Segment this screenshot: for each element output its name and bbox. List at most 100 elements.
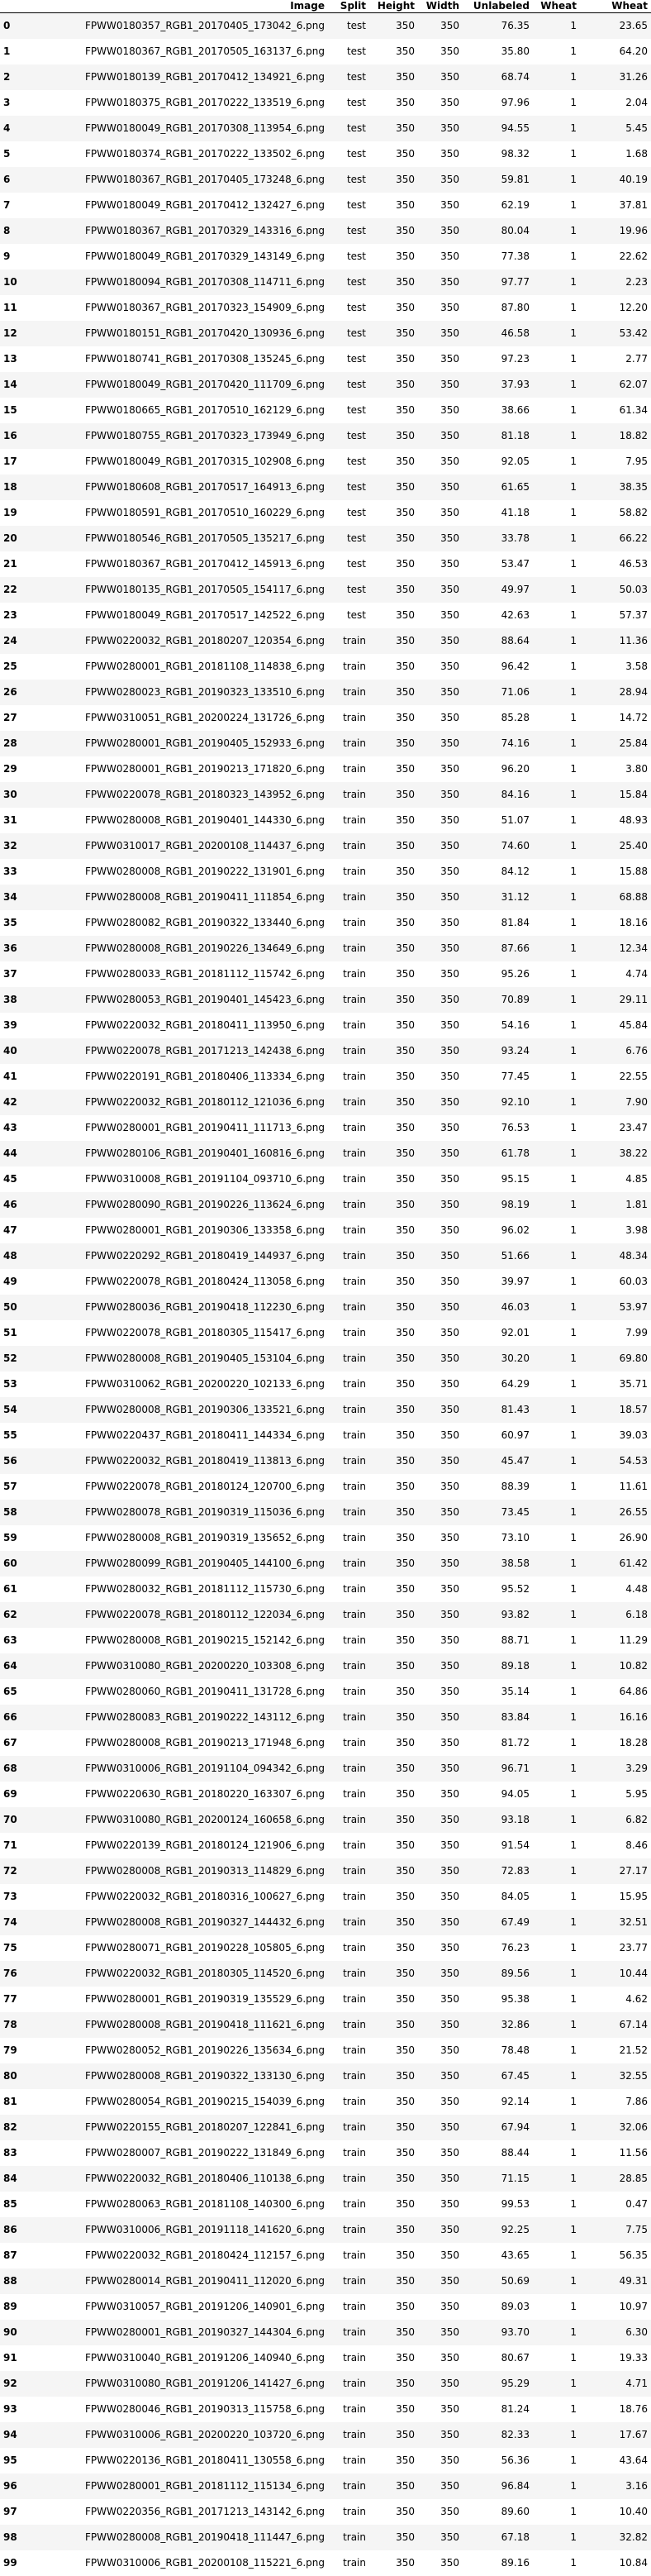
image-cell: FPWW0280052_RGB1_20190226_135634_6.png — [33, 2038, 328, 2063]
header-index — [0, 0, 33, 13]
wheat-cell: 1 — [533, 1423, 580, 1448]
width-cell: 350 — [418, 270, 463, 295]
header-width: Width — [418, 0, 463, 13]
image-cell: FPWW0220032_RGB1_20180207_120354_6.png — [33, 628, 328, 654]
wheat-percent-cell: 5.45 — [580, 116, 651, 141]
width-cell: 350 — [418, 2422, 463, 2448]
height-cell: 350 — [369, 1910, 418, 1935]
unlabeled-cell: 77.45 — [463, 1064, 533, 1090]
wheat-percent-cell: 57.37 — [580, 603, 651, 628]
table-row: 45FPWW0310008_RGB1_20191104_093710_6.png… — [0, 1166, 651, 1192]
wheat-cell: 1 — [533, 1371, 580, 1397]
table-row: 70FPWW0310080_RGB1_20200124_160658_6.png… — [0, 1807, 651, 1833]
unlabeled-cell: 30.20 — [463, 1346, 533, 1371]
table-row: 86FPWW0310006_RGB1_20191118_141620_6.png… — [0, 2217, 651, 2243]
unlabeled-cell: 35.80 — [463, 39, 533, 64]
wheat-cell: 1 — [533, 2166, 580, 2192]
table-row: 94FPWW0310006_RGB1_20200220_103720_6.png… — [0, 2422, 651, 2448]
width-cell: 350 — [418, 756, 463, 782]
unlabeled-cell: 98.32 — [463, 141, 533, 167]
unlabeled-cell: 56.36 — [463, 2448, 533, 2473]
image-cell: FPWW0180049_RGB1_20170517_142522_6.png — [33, 603, 328, 628]
wheat-cell: 1 — [533, 13, 580, 40]
row-index: 31 — [0, 808, 33, 833]
image-cell: FPWW0280106_RGB1_20190401_160816_6.png — [33, 1141, 328, 1166]
wheat-percent-cell: 18.16 — [580, 910, 651, 936]
split-cell: test — [328, 321, 369, 346]
height-cell: 350 — [369, 833, 418, 859]
width-cell: 350 — [418, 628, 463, 654]
table-body: 0FPWW0180357_RGB1_20170405_173042_6.pngt… — [0, 13, 651, 2576]
wheat-cell: 1 — [533, 1653, 580, 1679]
table-row: 24FPWW0220032_RGB1_20180207_120354_6.png… — [0, 628, 651, 654]
height-cell: 350 — [369, 372, 418, 398]
table-row: 1FPWW0180367_RGB1_20170505_163137_6.pngt… — [0, 39, 651, 64]
wheat-percent-cell: 11.36 — [580, 628, 651, 654]
table-row: 20FPWW0180546_RGB1_20170505_135217_6.png… — [0, 526, 651, 551]
table-row: 89FPWW0310057_RGB1_20191206_140901_6.png… — [0, 2294, 651, 2320]
wheat-cell: 1 — [533, 1833, 580, 1858]
unlabeled-cell: 76.53 — [463, 1115, 533, 1141]
split-cell: test — [328, 603, 369, 628]
row-index: 49 — [0, 1269, 33, 1295]
table-row: 99FPWW0310006_RGB1_20200108_115221_6.png… — [0, 2550, 651, 2576]
table-row: 51FPWW0220078_RGB1_20180305_115417_6.png… — [0, 1320, 651, 1346]
split-cell: test — [328, 64, 369, 90]
wheat-cell: 1 — [533, 398, 580, 423]
table-row: 52FPWW0280008_RGB1_20190405_153104_6.png… — [0, 1346, 651, 1371]
wheat-cell: 1 — [533, 808, 580, 833]
row-index: 29 — [0, 756, 33, 782]
wheat-cell: 1 — [533, 218, 580, 244]
row-index: 60 — [0, 1551, 33, 1577]
unlabeled-cell: 46.03 — [463, 1295, 533, 1320]
split-cell: train — [328, 1730, 369, 1756]
height-cell: 350 — [369, 2243, 418, 2268]
wheat-cell: 1 — [533, 551, 580, 577]
row-index: 6 — [0, 167, 33, 193]
unlabeled-cell: 96.71 — [463, 1756, 533, 1782]
unlabeled-cell: 92.10 — [463, 1090, 533, 1115]
width-cell: 350 — [418, 2397, 463, 2422]
height-cell: 350 — [369, 2345, 418, 2371]
wheat-cell: 1 — [533, 1884, 580, 1910]
unlabeled-cell: 94.55 — [463, 116, 533, 141]
width-cell: 350 — [418, 1448, 463, 1474]
unlabeled-cell: 38.58 — [463, 1551, 533, 1577]
height-cell: 350 — [369, 1474, 418, 1500]
height-cell: 350 — [369, 423, 418, 449]
split-cell: train — [328, 2217, 369, 2243]
width-cell: 350 — [418, 372, 463, 398]
image-cell: FPWW0220032_RGB1_20180112_121036_6.png — [33, 1090, 328, 1115]
row-index: 92 — [0, 2371, 33, 2397]
height-cell: 350 — [369, 475, 418, 500]
image-cell: FPWW0280054_RGB1_20190215_154039_6.png — [33, 2089, 328, 2115]
image-cell: FPWW0280008_RGB1_20190401_144330_6.png — [33, 808, 328, 833]
table-row: 66FPWW0280083_RGB1_20190222_143112_6.png… — [0, 1705, 651, 1730]
row-index: 8 — [0, 218, 33, 244]
width-cell: 350 — [418, 2192, 463, 2217]
width-cell: 350 — [418, 936, 463, 961]
width-cell: 350 — [418, 1525, 463, 1551]
image-cell: FPWW0180741_RGB1_20170308_135245_6.png — [33, 346, 328, 372]
split-cell: train — [328, 1500, 369, 1525]
unlabeled-cell: 94.05 — [463, 1782, 533, 1807]
table-row: 28FPWW0280001_RGB1_20190405_152933_6.png… — [0, 731, 651, 756]
row-index: 1 — [0, 39, 33, 64]
width-cell: 350 — [418, 2140, 463, 2166]
split-cell: train — [328, 2192, 369, 2217]
row-index: 78 — [0, 2012, 33, 2038]
width-cell: 350 — [418, 1833, 463, 1858]
height-cell: 350 — [369, 1628, 418, 1653]
height-cell: 350 — [369, 1192, 418, 1218]
image-cell: FPWW0280001_RGB1_20190405_152933_6.png — [33, 731, 328, 756]
width-cell: 350 — [418, 1371, 463, 1397]
split-cell: train — [328, 859, 369, 885]
row-index: 65 — [0, 1679, 33, 1705]
image-cell: FPWW0220191_RGB1_20180406_113334_6.png — [33, 1064, 328, 1090]
image-cell: FPWW0280032_RGB1_20181112_115730_6.png — [33, 1577, 328, 1602]
height-cell: 350 — [369, 1577, 418, 1602]
image-cell: FPWW0180049_RGB1_20170308_113954_6.png — [33, 116, 328, 141]
unlabeled-cell: 54.16 — [463, 1013, 533, 1038]
wheat-cell: 1 — [533, 1782, 580, 1807]
wheat-percent-cell: 60.03 — [580, 1269, 651, 1295]
